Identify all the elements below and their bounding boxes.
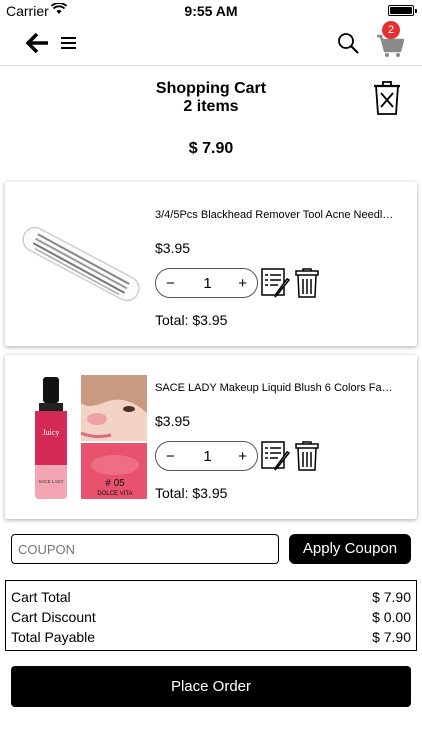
product-title[interactable]: SACE LADY Makeup Liquid Blush 6 Colors F… — [155, 382, 395, 394]
cart-item: Juicy SACE LADY # 05 DOLCE VITA SACE LAD… — [5, 355, 417, 519]
summary-value: $ 0.00 — [372, 609, 411, 625]
delete-item-icon[interactable] — [295, 268, 319, 298]
item-total: Total: $3.95 — [155, 485, 228, 501]
bottle-brand-text: Juicy — [43, 428, 60, 437]
swatch-name-text: DOLCE VITA — [97, 491, 132, 497]
liquid-blush-product-image[interactable]: Juicy SACE LADY # 05 DOLCE VITA — [15, 373, 147, 501]
cart-header: Shopping Cart 2 items — [0, 80, 422, 116]
apply-coupon-button[interactable]: Apply Coupon — [289, 534, 411, 564]
nav-bar: 2 — [0, 21, 422, 66]
cart-item: 3/4/5Pcs Blackhead Remover Tool Acne Nee… — [5, 182, 417, 346]
summary-value: $ 7.90 — [372, 629, 411, 645]
edit-note-icon[interactable] — [261, 268, 291, 298]
coupon-input[interactable] — [11, 534, 279, 564]
cart-count-badge: 2 — [382, 21, 400, 39]
place-order-button[interactable]: Place Order — [11, 666, 411, 707]
cart-subtotal: $ 7.90 — [188, 140, 234, 157]
clear-cart-icon[interactable] — [372, 81, 402, 115]
search-icon[interactable] — [336, 31, 360, 55]
item-total: Total: $3.95 — [155, 312, 228, 328]
page-title: Shopping Cart — [155, 80, 267, 97]
product-price: $3.95 — [155, 240, 191, 256]
summary-row-total-payable: Total Payable $ 7.90 — [11, 629, 411, 649]
product-title[interactable]: 3/4/5Pcs Blackhead Remover Tool Acne Nee… — [155, 209, 395, 221]
increase-quantity-button[interactable]: + — [238, 448, 247, 465]
product-price: $3.95 — [155, 413, 191, 429]
increase-quantity-button[interactable]: + — [238, 275, 247, 292]
status-bar: Carrier 9:55 AM — [0, 0, 422, 22]
order-summary: Cart Total $ 7.90 Cart Discount $ 0.00 T… — [5, 580, 417, 651]
summary-label: Cart Total — [11, 589, 71, 605]
battery-icon — [388, 5, 417, 16]
swatch-shade-text: # 05 — [105, 478, 125, 489]
summary-label: Total Payable — [11, 629, 96, 645]
quantity-stepper: − 1 + — [155, 441, 258, 471]
item-count: 2 items — [183, 98, 239, 115]
back-arrow-icon[interactable] — [24, 30, 50, 56]
quantity-stepper: − 1 + — [155, 268, 258, 298]
blackhead-remover-product-image[interactable] — [15, 200, 147, 328]
delete-item-icon[interactable] — [295, 441, 319, 471]
edit-note-icon[interactable] — [261, 441, 291, 471]
summary-value: $ 7.90 — [372, 589, 411, 605]
clock: 9:55 AM — [184, 3, 238, 19]
bottle-maker-text: SACE LADY — [38, 479, 63, 484]
summary-label: Cart Discount — [11, 609, 96, 625]
menu-icon[interactable] — [60, 34, 78, 52]
summary-row-cart-total: Cart Total $ 7.90 — [11, 589, 411, 609]
summary-row-cart-discount: Cart Discount $ 0.00 — [11, 609, 411, 629]
